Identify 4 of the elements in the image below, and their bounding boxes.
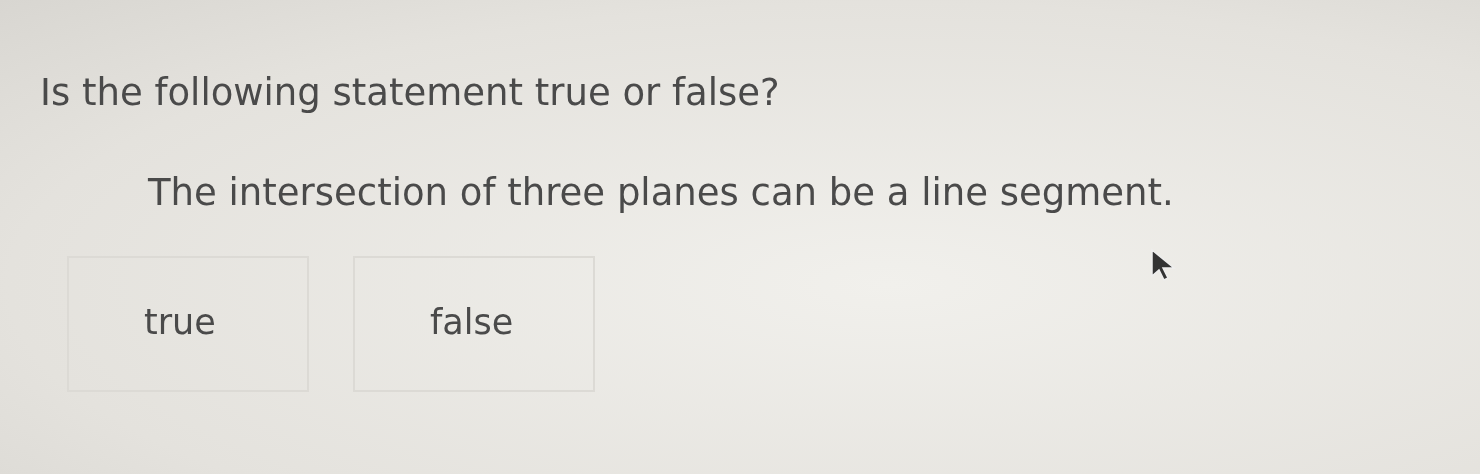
answer-option[interactable]: true: [67, 256, 309, 392]
question-text: Is the following statement true or false?: [40, 70, 781, 116]
statement-text: The intersection of three planes can be a line segment.: [148, 170, 1175, 216]
answer-option[interactable]: false: [353, 256, 595, 392]
